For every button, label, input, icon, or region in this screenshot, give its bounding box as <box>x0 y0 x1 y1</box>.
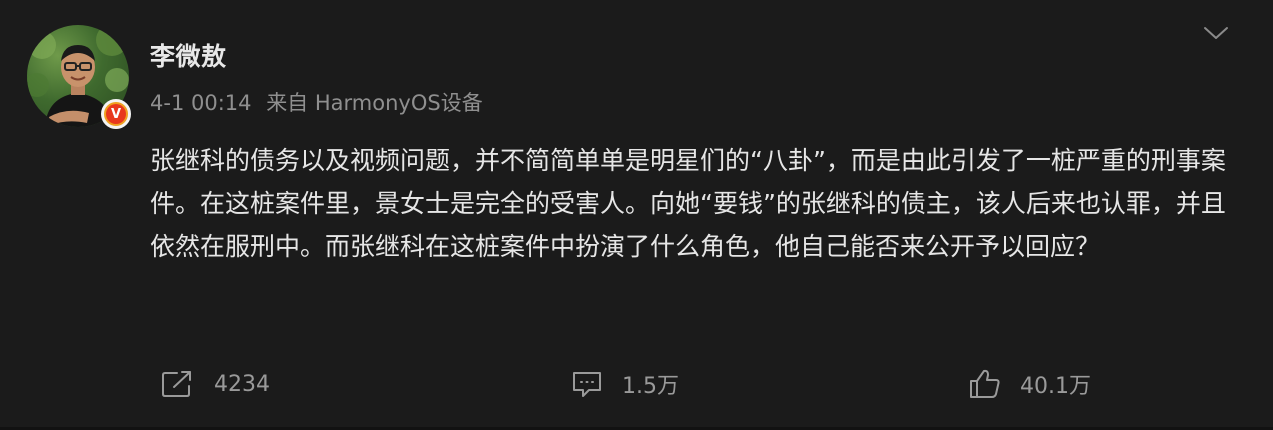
post-meta: 4-1 00:14 来自 HarmonyOS设备 <box>150 87 483 117</box>
post-source: 来自 HarmonyOS设备 <box>266 91 483 115</box>
post-text: 张继科的债务以及视频问题，并不简简单单是明星们的“八卦”，而是由此引发了一桩严重… <box>150 146 1226 261</box>
post-actions-bar: 4234 1.5万 40.1万 <box>0 362 1273 406</box>
verified-badge-letter: V <box>106 104 126 124</box>
chevron-down-icon[interactable] <box>1202 24 1230 42</box>
author-name[interactable]: 李微敖 <box>150 37 227 73</box>
like-button[interactable]: 40.1万 <box>968 362 1091 406</box>
weibo-post-card: V 李微敖 4-1 00:14 来自 HarmonyOS设备 张继科的债务以及视… <box>0 0 1273 430</box>
share-icon <box>162 371 191 397</box>
verified-badge-icon: V <box>101 99 131 129</box>
like-count: 40.1万 <box>1020 374 1091 399</box>
forward-count: 4234 <box>214 371 270 397</box>
comment-icon <box>573 372 601 397</box>
post-time[interactable]: 4-1 00:14 <box>150 91 252 115</box>
thumbs-up-icon <box>970 369 1000 398</box>
comment-count: 1.5万 <box>622 374 679 399</box>
avatar[interactable]: V <box>27 25 131 129</box>
comment-button[interactable]: 1.5万 <box>570 362 679 406</box>
forward-button[interactable]: 4234 <box>160 362 270 406</box>
